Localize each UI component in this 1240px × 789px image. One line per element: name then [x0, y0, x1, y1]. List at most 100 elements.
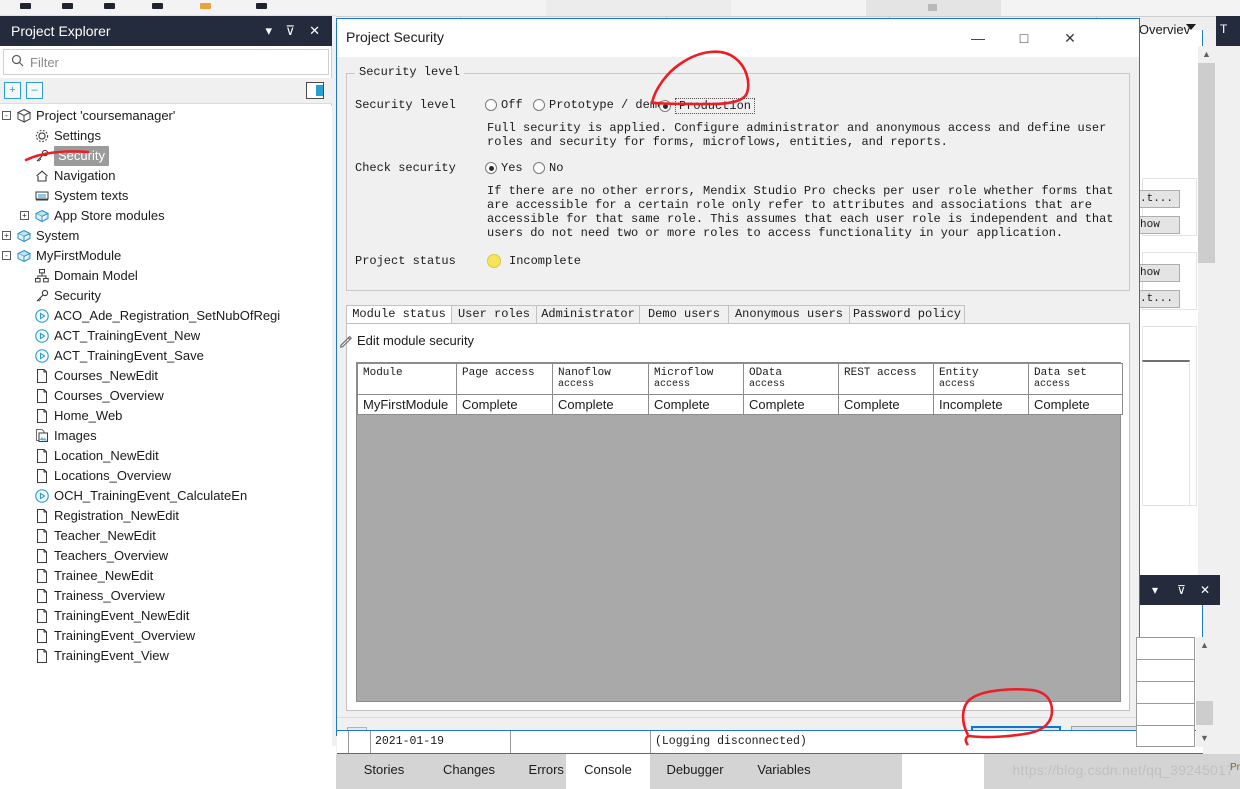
toolbar-icon-5[interactable]	[200, 3, 211, 9]
toolbar-icon-4[interactable]	[152, 3, 163, 9]
tree-item-teacher-newedit[interactable]: Teacher_NewEdit	[0, 526, 332, 546]
tree-item-trainee-newedit[interactable]: Trainee_NewEdit	[0, 566, 332, 586]
table-cell[interactable]: Incomplete	[933, 394, 1029, 415]
tree-expander[interactable]: -	[2, 251, 11, 260]
bottom-tab-stories[interactable]: Stories	[348, 754, 420, 789]
console-log-row[interactable]: 2021-01-19 14:21:39... (Logging disconne…	[337, 730, 1203, 770]
tree-item-domain-model[interactable]: Domain Model	[0, 266, 332, 286]
tree-item-locations-overview[interactable]: Locations_Overview	[0, 466, 332, 486]
tab-demo-users[interactable]: Demo users	[639, 305, 729, 324]
column-header[interactable]: Data set access	[1028, 363, 1123, 395]
list-item[interactable]	[1136, 725, 1195, 747]
tree-item-navigation[interactable]: Navigation	[0, 166, 332, 186]
scroll-thumb[interactable]	[1196, 701, 1213, 725]
expand-all-button[interactable]: +	[4, 82, 21, 99]
tab-anonymous-users[interactable]: Anonymous users	[728, 305, 850, 324]
table-row[interactable]: MyFirstModule Complete Complete Complete Com…	[357, 394, 1123, 415]
tree-item-registration-newedit[interactable]: Registration_NewEdit	[0, 506, 332, 526]
column-header[interactable]: Page access	[456, 363, 553, 395]
column-header[interactable]: OData access	[743, 363, 839, 395]
column-header[interactable]: Entity access	[933, 363, 1029, 395]
chevron-down-icon[interactable]: ▾	[1152, 575, 1158, 605]
ghost-button[interactable]: .t...	[1136, 190, 1180, 208]
tree-item-security[interactable]: Security	[0, 146, 332, 166]
pin-icon[interactable]: ⊽	[1177, 575, 1186, 605]
close-icon[interactable]: ✕	[309, 16, 320, 46]
radio-security-off[interactable]: Off	[485, 98, 523, 112]
list-item[interactable]	[1136, 703, 1195, 725]
tree-item-trainingevent-view[interactable]: TrainingEvent_View	[0, 646, 332, 666]
tab-administrator[interactable]: Administrator	[536, 305, 640, 324]
editor-tabstrip[interactable]	[336, 0, 1240, 16]
tree-item-aco-ade-registration-setnubofregi[interactable]: ACO_Ade_Registration_SetNubOfRegi	[0, 306, 332, 326]
module-security-grid[interactable]: Module Page access Nanoflow access Microflow…	[356, 362, 1123, 702]
table-cell[interactable]: Complete	[552, 394, 649, 415]
editor-vertical-scrollbar[interactable]: ▲	[1198, 46, 1215, 576]
minimize-icon[interactable]: —	[955, 19, 1001, 57]
tab-module-status[interactable]: Module status	[346, 305, 452, 324]
bottom-tab-console[interactable]: Console	[566, 754, 650, 789]
tree-item-act-trainingevent-save[interactable]: ACT_TrainingEvent_Save	[0, 346, 332, 366]
tree-item-settings[interactable]: Settings	[0, 126, 332, 146]
tree-item-och-trainingevent-calculateen[interactable]: OCH_TrainingEvent_CalculateEn	[0, 486, 332, 506]
radio-security-production[interactable]: Production	[659, 98, 756, 114]
ghost-button[interactable]: how	[1136, 216, 1180, 234]
scroll-down-arrow[interactable]: ▼	[1196, 730, 1213, 747]
tree-item-trainingevent-newedit[interactable]: TrainingEvent_NewEdit	[0, 606, 332, 626]
list-item[interactable]	[1136, 637, 1195, 659]
scroll-up-arrow[interactable]: ▲	[1198, 46, 1215, 63]
editor-tab-inactive[interactable]	[546, 0, 731, 16]
table-cell[interactable]: Complete	[838, 394, 934, 415]
tree-item-app-store-modules[interactable]: + App Store modules	[0, 206, 332, 226]
chevron-down-icon[interactable]: ▾	[265, 16, 272, 46]
ghost-button[interactable]: .t...	[1136, 290, 1180, 308]
tree-item-security[interactable]: Security	[0, 286, 332, 306]
tree-item-location-newedit[interactable]: Location_NewEdit	[0, 446, 332, 466]
column-header[interactable]: Nanoflow access	[552, 363, 649, 395]
tree-item-trainingevent-overview[interactable]: TrainingEvent_Overview	[0, 626, 332, 646]
list-item[interactable]	[1136, 659, 1195, 681]
tree-item-system-texts[interactable]: System texts	[0, 186, 332, 206]
table-cell[interactable]: Complete	[743, 394, 839, 415]
tree-item-courses-newedit[interactable]: Courses_NewEdit	[0, 366, 332, 386]
radio-check-no[interactable]: No	[533, 161, 563, 175]
collapse-all-button[interactable]: –	[26, 82, 43, 99]
bottom-tab-changes[interactable]: Changes	[428, 754, 510, 789]
tree-item-courses-overview[interactable]: Courses_Overview	[0, 386, 332, 406]
tree-item-project-coursemanager[interactable]: - Project 'coursemanager'	[0, 106, 332, 126]
table-cell[interactable]: MyFirstModule	[357, 394, 457, 415]
tree-item-images[interactable]: Images	[0, 426, 332, 446]
tab-user-roles[interactable]: User roles	[451, 305, 537, 324]
table-cell[interactable]: Complete	[1028, 394, 1123, 415]
bottom-right-scrollbar[interactable]: ▲ ▼	[1196, 637, 1213, 747]
collapse-panel-icon[interactable]	[306, 82, 324, 99]
bottom-tab-debugger[interactable]: Debugger	[652, 754, 738, 789]
tree-item-home-web[interactable]: Home_Web	[0, 406, 332, 426]
toolbar-icon-2[interactable]	[62, 3, 73, 9]
close-icon[interactable]: ✕	[1200, 575, 1210, 605]
security-tabs[interactable]: Module status User roles Administrator Demo…	[346, 305, 1130, 324]
tree-expander[interactable]: +	[20, 211, 29, 220]
toolbar-icon-6[interactable]	[256, 3, 267, 9]
maximize-icon[interactable]: □	[1001, 19, 1047, 57]
table-cell[interactable]: Complete	[648, 394, 744, 415]
tree-item-teachers-overview[interactable]: Teachers_Overview	[0, 546, 332, 566]
table-cell[interactable]: Complete	[456, 394, 553, 415]
pin-icon[interactable]: ⊽	[285, 16, 295, 46]
tree-item-trainess-overview[interactable]: Trainess_Overview	[0, 586, 332, 606]
tree-item-myfirstmodule[interactable]: - MyFirstModule	[0, 246, 332, 266]
right-dock-strip[interactable]: T	[1216, 16, 1240, 46]
column-header[interactable]: Module	[357, 363, 457, 395]
bottom-dock-tabs[interactable]: Stories Changes Errors (0) Console Debug…	[336, 754, 1240, 789]
tree-expander[interactable]: -	[2, 111, 11, 120]
editor-tab-active[interactable]	[866, 0, 1001, 16]
tree-item-system[interactable]: + System	[0, 226, 332, 246]
chevron-down-icon[interactable]	[1186, 24, 1196, 30]
column-header[interactable]: REST access	[838, 363, 934, 395]
bottom-tab-variables[interactable]: Variables	[740, 754, 828, 789]
tab-password-policy[interactable]: Password policy	[849, 305, 965, 324]
scroll-thumb[interactable]	[1198, 63, 1215, 263]
radio-check-yes[interactable]: Yes	[485, 161, 523, 175]
toolbar-icon-1[interactable]	[20, 3, 31, 9]
column-header[interactable]: Microflow access	[648, 363, 744, 395]
